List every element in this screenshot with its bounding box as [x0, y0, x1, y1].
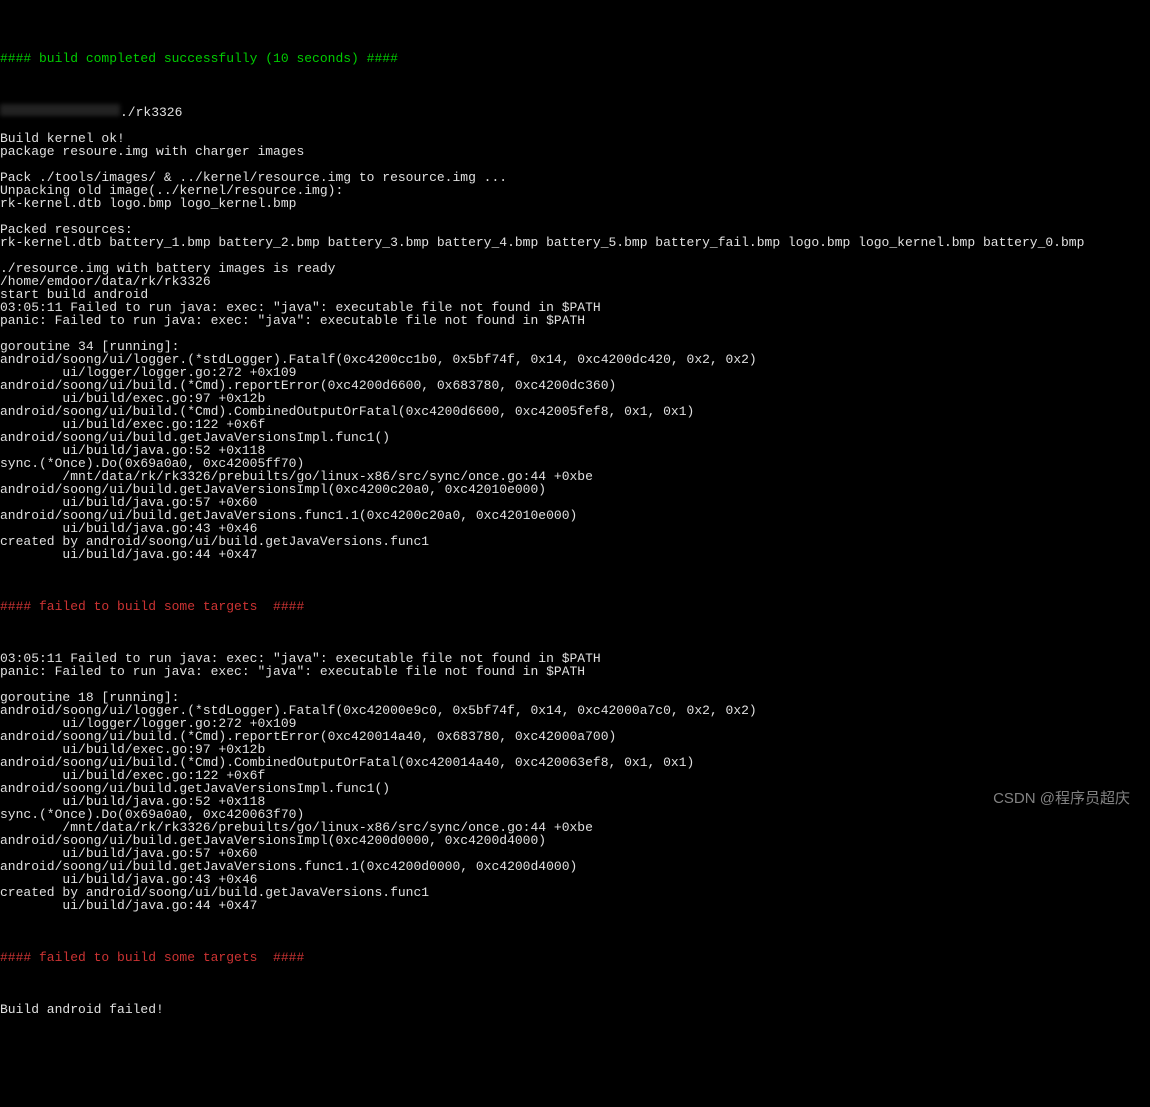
terminal-line — [0, 925, 1150, 938]
build-success-line: #### build completed successfully (10 se… — [0, 52, 1150, 65]
terminal-output-2: 03:05:11 Failed to run java: exec: "java… — [0, 652, 1150, 912]
terminal-output-1: Build kernel ok! package resoure.img wit… — [0, 132, 1150, 561]
blurred-region — [0, 104, 120, 116]
watermark: CSDN @程序员超庆 — [993, 791, 1130, 806]
terminal-line — [0, 574, 1150, 587]
blurred-suffix: ./rk3326 — [120, 105, 182, 120]
fail-line-2: #### failed to build some targets #### — [0, 951, 1150, 964]
terminal-line — [0, 626, 1150, 639]
terminal-line — [0, 78, 1150, 91]
terminal-line — [0, 977, 1150, 990]
terminal-output-3: Build android failed! — [0, 1003, 1150, 1016]
fail-line-1: #### failed to build some targets #### — [0, 600, 1150, 613]
terminal-blurred-line: ./rk3326 — [0, 104, 1150, 119]
